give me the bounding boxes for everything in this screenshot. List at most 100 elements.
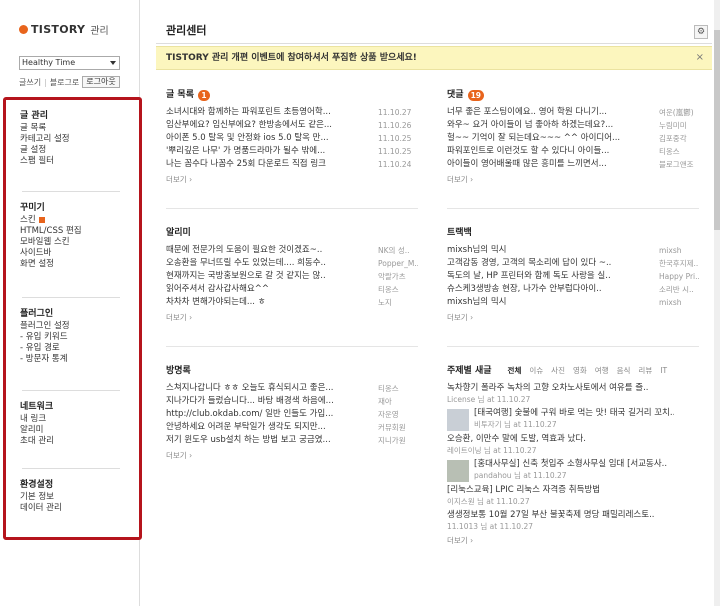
tistory-logo[interactable]: TISTORY 관리 xyxy=(19,22,109,37)
tab-issue[interactable]: 이슈 xyxy=(529,364,543,378)
menu-item-invite[interactable]: 초대 관리 xyxy=(20,436,54,447)
tab-it[interactable]: IT xyxy=(660,364,667,378)
list-item-author: 커뮤회원 xyxy=(378,423,406,432)
topic-item[interactable]: 녹차향기 폴라주 녹차의 고향 오차노사토에서 여유를 즐.. License … xyxy=(447,382,699,405)
list-item[interactable]: 헐~~ 기억이 잘 되는데요~~~ ^^ 아이디어... 김포중각 xyxy=(447,132,699,145)
menu-title-plugin[interactable]: 플러그인 xyxy=(20,308,70,321)
blog-link[interactable]: 블로그로 xyxy=(50,77,79,88)
menu-item-plugin-settings[interactable]: 플러그인 설정 xyxy=(20,321,70,332)
list-item[interactable]: 읽어주셔서 감사갑사해요^^ 티옹스 xyxy=(166,283,418,296)
menu-item-data-manage[interactable]: 데이터 관리 xyxy=(20,503,62,514)
comments-count-badge: 19 xyxy=(467,89,484,101)
topics-title[interactable]: 주제별 새글 xyxy=(447,364,492,378)
topic-item[interactable]: [리눅스교육] LPIC 리눅스 자격증 취득방법 이지스원 님 at 11.1… xyxy=(447,484,699,507)
list-item-title: 오송환을 무너뜨릴 수도 있었는데.... 희동수.. xyxy=(166,258,326,268)
topic-item[interactable]: [홍대사무실] 신축 첫입주 소형사무실 임대 [서교동사.. pandahou… xyxy=(447,458,699,482)
logout-button[interactable]: 로그아웃 xyxy=(82,76,120,88)
list-item[interactable]: 나는 꼼수다 나꼼수 25회 다운로드 직접 링크 11.10.24 xyxy=(166,158,418,171)
tab-photo[interactable]: 사진 xyxy=(551,364,565,378)
more-link[interactable]: 더보기 › xyxy=(447,174,699,185)
list-item-author: 누림미미 xyxy=(659,121,687,130)
trackback-title[interactable]: 트랙백 xyxy=(447,226,472,240)
list-item[interactable]: 아이폰 5.0 탈옥 및 안정화 ios 5.0 탈옥 만... 11.10.25 xyxy=(166,132,418,145)
list-item[interactable]: 고객감동 경영, 고객의 목소리에 답이 있다 ~.. 한국후지제.. xyxy=(447,257,699,270)
topic-item[interactable]: [태국여행] 숯불에 구워 바로 먹는 맛! 태국 길거리 꼬치.. 비투자기 … xyxy=(447,407,699,431)
menu-item-skin[interactable]: 스킨 xyxy=(20,215,82,226)
list-item[interactable]: 아이들이 영어배울때 많은 흥미를 느끼면서... 블로그앤조 xyxy=(447,158,699,171)
list-item[interactable]: 와우~ 요거 아이들이 넘 좋아하 하겠는데요?... 누림미미 xyxy=(447,119,699,132)
topic-item[interactable]: 생생정보통 10월 27일 부산 불꽃축제 명당 패밀리레스토.. 11.101… xyxy=(447,509,699,532)
list-item[interactable]: 파워포인트로 이런것도 할 수 있다니 아이들... 티옹스 xyxy=(447,145,699,158)
list-item-author: 재아 xyxy=(378,397,392,406)
tab-food[interactable]: 음식 xyxy=(617,364,631,378)
topic-meta: 11.1013 님 at 11.10.27 xyxy=(447,522,534,531)
more-link[interactable]: 더보기 › xyxy=(166,312,418,323)
list-item[interactable]: http://club.okdab.com/ 일반 인들도 가입... 자운영 xyxy=(166,408,418,421)
menu-title-posts[interactable]: 글 관리 xyxy=(20,110,70,123)
close-icon[interactable]: × xyxy=(696,47,704,69)
menu-item-visitor-stats[interactable]: - 방문자 통계 xyxy=(20,354,70,365)
more-link[interactable]: 더보기 › xyxy=(166,450,418,461)
list-item[interactable]: 소녀시대와 함께하는 파워포린트 초등영어학... 11.10.27 xyxy=(166,106,418,119)
notice-banner[interactable]: TISTORY 관리 개편 이벤트에 참여하셔서 푸짐한 상품 받으세요! × xyxy=(156,46,712,70)
gear-icon[interactable]: ⚙ xyxy=(694,25,708,39)
more-link[interactable]: 더보기 › xyxy=(447,535,699,546)
list-item-title: 임산부에요? 임신부에요? 한방송에서도 같은... xyxy=(166,120,332,130)
tab-travel[interactable]: 여행 xyxy=(595,364,609,378)
list-item[interactable]: 슈스케3생방송 현장, 나가수 안부럽다아이.. 소리반 시.. xyxy=(447,283,699,296)
posts-title[interactable]: 글 목록 xyxy=(166,88,194,102)
list-item[interactable]: 임산부에요? 임신부에요? 한방송에서도 같은... 11.10.26 xyxy=(166,119,418,132)
menu-item-sidebar[interactable]: 사이드바 xyxy=(20,248,82,259)
menu-item-basic-info[interactable]: 기본 정보 xyxy=(20,492,62,503)
thumbnail-image[interactable] xyxy=(447,409,469,431)
list-item[interactable]: 독도의 날, HP 프린터와 함께 독도 사랑을 실.. Happy Pri.. xyxy=(447,270,699,283)
more-link[interactable]: 더보기 › xyxy=(447,312,699,323)
menu-item-notifier[interactable]: 알리미 xyxy=(20,425,54,436)
list-item-author: 지니가원 xyxy=(378,436,406,445)
list-item[interactable]: 스쳐지나갑니다 ㅎㅎ 오늘도 휴식되시고 좋은... 티옹스 xyxy=(166,382,418,395)
list-item[interactable]: 저기 윈도우 usb설치 하는 방법 보고 궁금였... 지니가원 xyxy=(166,434,418,447)
list-item[interactable]: '뿌리깊은 나무' 가 명품드라마가 될수 밖에... 11.10.25 xyxy=(166,145,418,158)
tab-all[interactable]: 전체 xyxy=(508,364,522,378)
tab-movie[interactable]: 영화 xyxy=(573,364,587,378)
guestbook-title[interactable]: 방명록 xyxy=(166,364,191,378)
menu-item-html-css[interactable]: HTML/CSS 편집 xyxy=(20,226,82,237)
blog-select[interactable]: Healthy Time xyxy=(19,56,120,70)
list-item[interactable]: 오송환을 무너뜨릴 수도 있었는데.... 희동수.. Popper_M.. xyxy=(166,257,418,270)
menu-item-post-settings[interactable]: 글 설정 xyxy=(20,145,70,156)
thumbnail-image[interactable] xyxy=(447,460,469,482)
topics-panel: 주제별 새글 전체 이슈 사진 영화 여행 음식 리뷰 IT 녹차향기 폴라주 … xyxy=(447,364,699,546)
menu-title-settings[interactable]: 환경설정 xyxy=(20,479,62,492)
more-link[interactable]: 더보기 › xyxy=(166,174,418,185)
list-item[interactable]: mixsh님의 믹시 mixsh xyxy=(447,244,699,257)
menu-item-inflow-keyword[interactable]: - 유입 키워드 xyxy=(20,332,70,343)
list-item-title: 독도의 날, HP 프린터와 함께 독도 사랑을 실.. xyxy=(447,271,611,281)
list-item[interactable]: 너무 좋은 포스팅이에요.. 영어 학원 다니기... 여운(嵐鬱) xyxy=(447,106,699,119)
menu-item-mobile-skin[interactable]: 모바일웹 스킨 xyxy=(20,237,82,248)
list-item[interactable]: 차차차 변해가야되는데... ㅎ 노지 xyxy=(166,296,418,309)
list-item[interactable]: 지나가다가 들렀습니다... 바탕 배경색 하음에... 재아 xyxy=(166,395,418,408)
write-link[interactable]: 글쓰기 xyxy=(19,77,41,88)
notifier-title[interactable]: 알리미 xyxy=(166,226,191,240)
menu-item-my-links[interactable]: 내 링크 xyxy=(20,414,54,425)
menu-item-post-list[interactable]: 글 목록 xyxy=(20,123,70,134)
scrollbar[interactable] xyxy=(714,0,720,606)
list-item[interactable]: 안녕하세요 어려운 부탁일가 생각도 되지만... 커뮤회원 xyxy=(166,421,418,434)
menu-title-design[interactable]: 꾸미기 xyxy=(20,202,82,215)
menu-item-inflow-path[interactable]: - 유입 경로 xyxy=(20,343,70,354)
menu-title-network[interactable]: 네트워크 xyxy=(20,401,54,414)
panel-divider xyxy=(447,208,699,209)
list-item-author: 김포중각 xyxy=(659,134,687,143)
list-item[interactable]: 때문에 전문가의 도움이 필요한 것이겠죠~.. NK의 성.. xyxy=(166,244,418,257)
menu-divider xyxy=(22,390,120,391)
menu-item-category-settings[interactable]: 카테고리 설정 xyxy=(20,134,70,145)
topic-title: 오승환, 이만수 말에 도발, 역효과 났다. xyxy=(447,434,586,444)
comments-title[interactable]: 댓글 xyxy=(447,88,464,102)
list-item[interactable]: 현재까지는 국방홍보원으로 갈 것 같지는 않.. 악랄가츠 xyxy=(166,270,418,283)
menu-item-spam-filter[interactable]: 스팸 필터 xyxy=(20,156,70,167)
scrollbar-thumb[interactable] xyxy=(714,30,720,230)
menu-item-screen-settings[interactable]: 화면 설정 xyxy=(20,259,82,270)
list-item[interactable]: mixsh님의 믹시 mixsh xyxy=(447,296,699,309)
tab-review[interactable]: 리뷰 xyxy=(638,364,652,378)
topic-item[interactable]: 오승환, 이만수 말에 도발, 역효과 났다. 레이트이닝 님 at 11.10… xyxy=(447,433,699,456)
